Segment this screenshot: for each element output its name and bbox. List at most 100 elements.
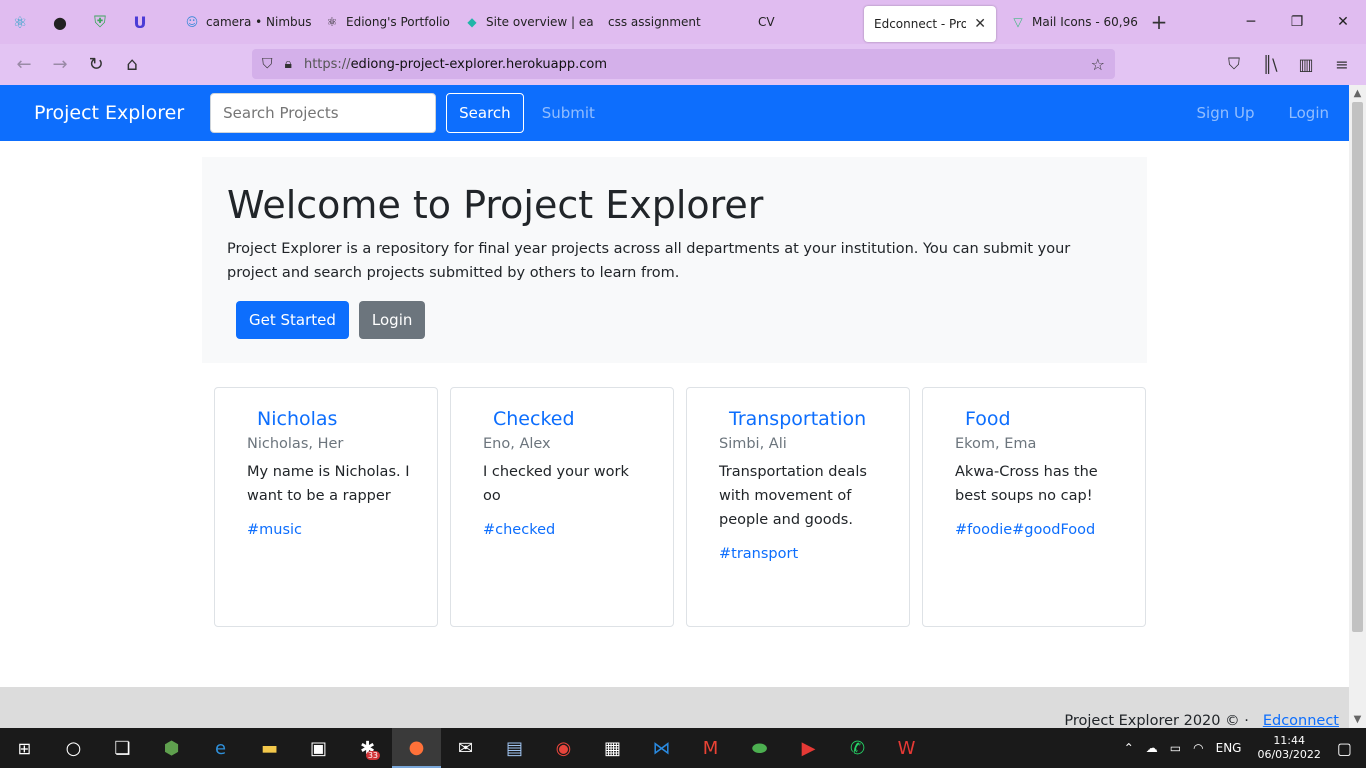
footer-copyright: Project Explorer 2020 © · bbox=[1064, 713, 1249, 728]
windows-start-icon[interactable]: ⊞ bbox=[0, 728, 49, 768]
bookmark-star-icon[interactable]: ☆ bbox=[1091, 55, 1105, 74]
login-link[interactable]: Login bbox=[1289, 104, 1329, 122]
tab-cv[interactable]: CV bbox=[734, 0, 864, 44]
sidebar-icon[interactable]: ▥ bbox=[1288, 46, 1324, 82]
project-tags[interactable]: #foodie#goodFood bbox=[955, 522, 1123, 538]
lock-icon[interactable]: 🔒︎ bbox=[285, 56, 292, 72]
page-viewport: Project Explorer Search Submit Sign Up L… bbox=[0, 85, 1349, 728]
project-title-link[interactable]: Nicholas bbox=[257, 408, 415, 430]
project-card: Transportation Simbi, Ali Transportation… bbox=[686, 387, 910, 627]
tab-site-overview[interactable]: ◆ Site overview | eag bbox=[454, 0, 594, 44]
site-brand[interactable]: Project Explorer bbox=[34, 102, 184, 124]
shield-tab-icon: ⛨ bbox=[93, 12, 106, 31]
clock[interactable]: 11:44 06/03/2022 bbox=[1257, 734, 1320, 762]
close-icon[interactable]: ✕ bbox=[974, 16, 986, 32]
project-card: Nicholas Nicholas, Her My name is Nichol… bbox=[214, 387, 438, 627]
library-icon[interactable]: ║\ bbox=[1252, 46, 1288, 82]
project-title-link[interactable]: Food bbox=[965, 408, 1123, 430]
menu-icon[interactable]: ≡ bbox=[1324, 46, 1360, 82]
scroll-down-icon[interactable]: ▼ bbox=[1349, 711, 1366, 728]
search-input[interactable] bbox=[210, 93, 437, 133]
nodejs-icon[interactable]: ⬢ bbox=[147, 728, 196, 768]
project-title-link[interactable]: Checked bbox=[493, 408, 651, 430]
footer-edconnect-link[interactable]: Edconnect bbox=[1263, 713, 1339, 728]
address-bar[interactable]: ⛉ 🔒︎ https://ediong-project-explorer.her… bbox=[252, 49, 1115, 79]
vscode-icon[interactable]: ⋈ bbox=[637, 728, 686, 768]
back-arrow-icon[interactable]: ← bbox=[6, 47, 42, 83]
forward-arrow-icon[interactable]: → bbox=[42, 47, 78, 83]
tracking-shield-icon[interactable]: ⛉ bbox=[262, 56, 273, 72]
whatsapp-icon[interactable]: ✆ bbox=[833, 728, 882, 768]
tab-css-assignment[interactable]: css assignment bbox=[594, 0, 734, 44]
pinned-tab-u[interactable]: U bbox=[120, 0, 160, 44]
search-button[interactable]: Search bbox=[446, 93, 524, 133]
battery-icon[interactable]: ▭ bbox=[1170, 741, 1181, 755]
tab-label: Site overview | eag bbox=[486, 15, 594, 29]
file-explorer-icon[interactable]: ▬ bbox=[245, 728, 294, 768]
project-description: I checked your work oo bbox=[483, 464, 629, 504]
search-circle-icon[interactable]: ○ bbox=[49, 728, 98, 768]
firefox-icon[interactable]: ● bbox=[392, 728, 441, 768]
minimize-icon[interactable]: ─ bbox=[1228, 0, 1274, 44]
cloud-icon[interactable]: ☁ bbox=[1146, 741, 1158, 755]
language-indicator[interactable]: ENG bbox=[1216, 741, 1242, 755]
get-started-button[interactable]: Get Started bbox=[236, 301, 349, 339]
edge-icon[interactable]: e bbox=[196, 728, 245, 768]
reload-icon[interactable]: ↻ bbox=[78, 47, 114, 83]
pinned-tab-github[interactable]: ● bbox=[40, 0, 80, 44]
project-tags[interactable]: #music bbox=[247, 522, 415, 538]
project-description: Akwa-Cross has the best soups no cap! bbox=[955, 464, 1098, 504]
tab-label: camera • Nimbus bbox=[206, 15, 312, 29]
pinned-tab-react[interactable]: ⚛ bbox=[0, 0, 40, 44]
site-navbar: Project Explorer Search Submit Sign Up L… bbox=[0, 85, 1349, 141]
remote-desktop-icon[interactable]: ▤ bbox=[490, 728, 539, 768]
mail-icon[interactable]: ✉ bbox=[441, 728, 490, 768]
hero-title: Welcome to Project Explorer bbox=[227, 183, 764, 227]
gmail-icon[interactable]: M bbox=[686, 728, 735, 768]
wifi-icon[interactable]: ◠ bbox=[1193, 741, 1203, 755]
slack-icon[interactable]: ✱ 33 bbox=[343, 728, 392, 768]
chevron-up-icon[interactable]: ⌃ bbox=[1124, 741, 1134, 755]
system-tray: ⌃ ☁ ▭ ◠ ENG 11:44 06/03/2022 ▢ bbox=[1118, 728, 1366, 768]
pocket-icon[interactable]: ⛉ bbox=[1216, 46, 1252, 82]
tab-label: css assignment bbox=[608, 15, 701, 29]
submit-link[interactable]: Submit bbox=[542, 104, 595, 122]
calculator-icon[interactable]: ▦ bbox=[588, 728, 637, 768]
tab-edconnect[interactable]: Edconnect - Project ✕ bbox=[864, 6, 996, 42]
project-authors: Nicholas, Her bbox=[247, 436, 344, 452]
scroll-up-icon[interactable]: ▲ bbox=[1349, 85, 1366, 102]
react-icon: ⚛ bbox=[12, 12, 28, 32]
nav-right: Sign Up Login bbox=[1163, 85, 1329, 141]
restore-icon[interactable]: ❐ bbox=[1274, 0, 1320, 44]
notification-badge: 33 bbox=[365, 751, 380, 760]
youtube-icon[interactable]: ▶ bbox=[784, 728, 833, 768]
wps-office-icon[interactable]: W bbox=[882, 728, 931, 768]
vue-icon: ▽ bbox=[1013, 15, 1023, 29]
tab-portfolio[interactable]: ⚛ Ediong's Portfolio bbox=[314, 0, 454, 44]
netlify-icon: ◆ bbox=[467, 15, 477, 29]
project-tags[interactable]: #checked bbox=[483, 522, 651, 538]
window-controls: ─ ❐ ✕ bbox=[1228, 0, 1366, 44]
toolbar-right-buttons: ⛉ ║\ ▥ ≡ bbox=[1216, 46, 1360, 82]
chrome-icon[interactable]: ◉ bbox=[539, 728, 588, 768]
project-description: My name is Nicholas. I want to be a rapp… bbox=[247, 464, 410, 504]
tab-camera-nimbus[interactable]: ☺ camera • Nimbus bbox=[174, 0, 314, 44]
page-scrollbar[interactable]: ▲ ▼ bbox=[1349, 85, 1366, 728]
window-close-icon[interactable]: ✕ bbox=[1320, 0, 1366, 44]
store-icon[interactable]: ▣ bbox=[294, 728, 343, 768]
pinned-tab-shield[interactable]: ⛨ bbox=[80, 0, 120, 44]
hero-login-button[interactable]: Login bbox=[358, 301, 426, 339]
home-icon[interactable]: ⌂ bbox=[114, 47, 150, 83]
windows-taskbar: ⊞ ○ ❏ ⬢ e ▬ ▣ ✱ 33 ● ✉ ▤ ◉ ▦ ⋈ M ⬬ ▶ ✆ W … bbox=[0, 728, 1366, 768]
new-tab-plus-icon[interactable]: + bbox=[1144, 10, 1174, 34]
mongodb-icon[interactable]: ⬬ bbox=[735, 728, 784, 768]
project-title-link[interactable]: Transportation bbox=[729, 408, 887, 430]
notifications-icon[interactable]: ▢ bbox=[1337, 739, 1352, 758]
scrollbar-thumb[interactable] bbox=[1352, 102, 1363, 632]
url-protocol: https:// bbox=[303, 56, 351, 72]
signup-link[interactable]: Sign Up bbox=[1197, 104, 1255, 122]
task-view-icon[interactable]: ❏ bbox=[98, 728, 147, 768]
hero-section: Welcome to Project Explorer Project Expl… bbox=[202, 157, 1147, 363]
tab-mail-icons[interactable]: ▽ Mail Icons - 60,965 bbox=[1000, 0, 1138, 44]
project-tags[interactable]: #transport bbox=[719, 546, 887, 562]
